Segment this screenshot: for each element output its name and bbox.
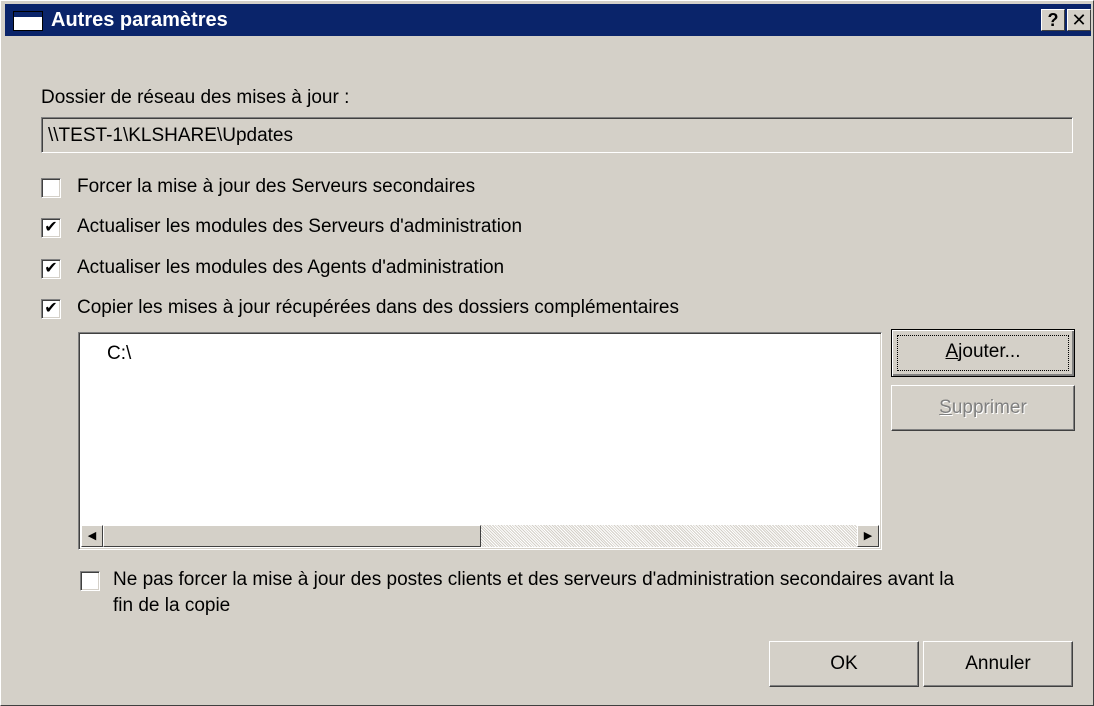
update-folder-field[interactable]: \\TEST-1\KLSHARE\Updates xyxy=(41,117,1073,153)
dialog-window: Autres paramètres ? ✕ Dossier de réseau … xyxy=(0,0,1094,706)
cancel-button[interactable]: Annuler xyxy=(923,641,1073,687)
option-label-continued: fin de la copie xyxy=(113,595,231,616)
add-button-label: Ajouter... xyxy=(945,341,1021,362)
checkbox[interactable]: ✔ xyxy=(41,218,61,238)
checkmark-icon: ✔ xyxy=(44,300,58,317)
option-label: Actualiser les modules des Serveurs d'ad… xyxy=(77,216,523,237)
option-label: Copier les mises à jour récupérées dans … xyxy=(77,297,679,318)
cancel-button-label: Annuler xyxy=(965,653,1031,674)
window-title: Autres paramètres xyxy=(51,9,228,31)
close-icon[interactable]: ✕ xyxy=(1067,9,1091,31)
add-button[interactable]: Ajouter... xyxy=(891,329,1075,377)
remove-button-label: Supprimer xyxy=(939,397,1027,418)
ok-button-label: OK xyxy=(830,653,858,674)
horizontal-scrollbar[interactable]: ◀ ▶ xyxy=(81,525,879,547)
scroll-left-icon[interactable]: ◀ xyxy=(81,525,103,547)
option-label: Ne pas forcer la mise à jour des postes … xyxy=(113,569,955,590)
ok-button[interactable]: OK xyxy=(769,641,919,687)
update-folder-label: Dossier de réseau des mises à jour : xyxy=(41,87,350,108)
checkmark-icon: ✔ xyxy=(44,260,58,277)
checkmark-icon: ✔ xyxy=(44,219,58,236)
option-label: Forcer la mise à jour des Serveurs secon… xyxy=(77,176,476,197)
window-icon xyxy=(13,11,43,31)
scroll-thumb[interactable] xyxy=(103,525,481,547)
folders-listbox[interactable]: C:\ ◀ ▶ xyxy=(78,332,882,550)
checkbox[interactable] xyxy=(80,571,100,591)
help-icon[interactable]: ? xyxy=(1041,9,1065,31)
checkbox[interactable] xyxy=(41,178,61,198)
scroll-right-icon[interactable]: ▶ xyxy=(857,525,879,547)
checkbox[interactable]: ✔ xyxy=(41,259,61,279)
title-bar[interactable]: Autres paramètres ? ✕ xyxy=(5,4,1091,36)
list-item[interactable]: C:\ xyxy=(107,343,131,365)
option-label: Actualiser les modules des Agents d'admi… xyxy=(77,257,505,278)
remove-button[interactable]: Supprimer xyxy=(891,385,1075,431)
checkbox[interactable]: ✔ xyxy=(41,299,61,319)
